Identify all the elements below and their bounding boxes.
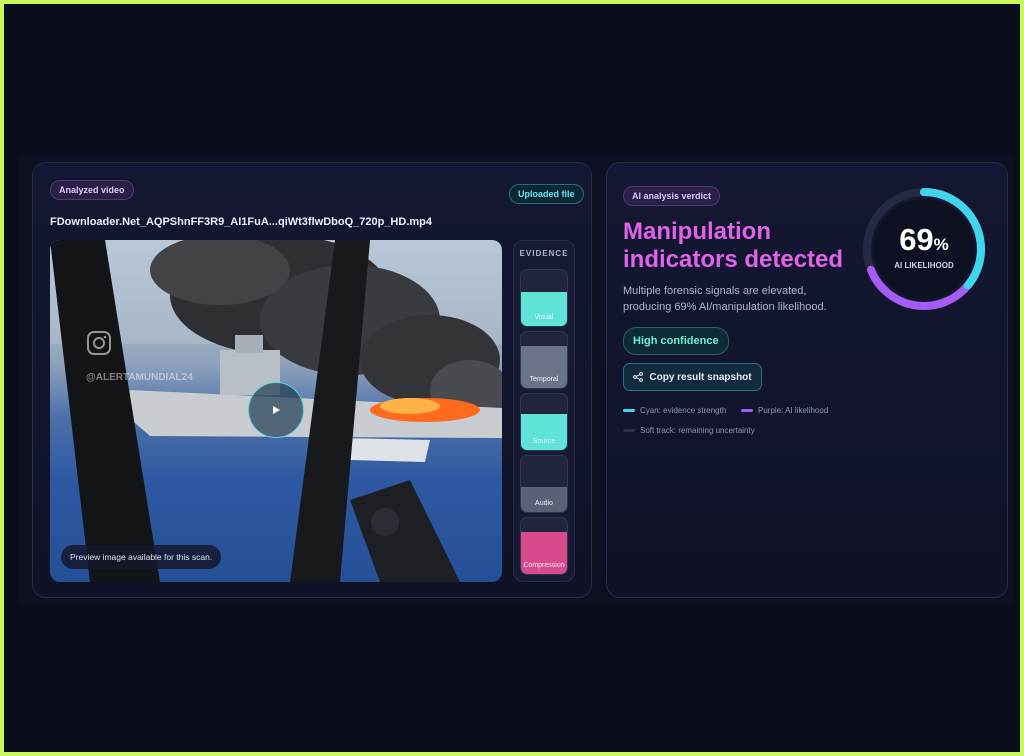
legend-purple: Purple: AI likelihood <box>741 406 828 415</box>
preview-caption: Preview image available for this scan. <box>61 545 222 569</box>
copy-snapshot-label: Copy result snapshot <box>649 371 752 383</box>
legend-soft: Soft track: remaining uncertainty <box>623 426 755 435</box>
evidence-item-audio[interactable]: Audio <box>520 455 568 513</box>
soft-swatch <box>623 429 635 432</box>
play-button[interactable] <box>248 382 304 438</box>
evidence-item-visual[interactable]: Visual <box>520 269 568 327</box>
verdict-title: Manipulation indicators detected <box>623 218 844 273</box>
uploaded-file-badge: Uploaded file <box>509 184 584 204</box>
evidence-item-source[interactable]: Source <box>520 393 568 451</box>
confidence-badge: High confidence <box>623 327 729 355</box>
evidence-panel: EVIDENCE Visual Temporal Source Audio Co… <box>513 240 575 582</box>
gauge-value: 69% <box>859 222 989 258</box>
evidence-label: Temporal <box>529 376 559 383</box>
evidence-label: Compression <box>523 562 565 569</box>
legend-cyan: Cyan: evidence strength <box>623 406 726 415</box>
gauge-label: AI LIKELIHOOD <box>894 261 954 270</box>
evidence-label: Visual <box>534 314 554 321</box>
video-filename: FDownloader.Net_AQPShnFF3R9_AI1FuA...qiW… <box>50 216 432 228</box>
evidence-item-compression[interactable]: Compression <box>520 517 568 575</box>
legend-cyan-label: Cyan: evidence strength <box>640 406 727 415</box>
verdict-description: Multiple forensic signals are elevated, … <box>623 285 827 313</box>
verdict-badge: AI analysis verdict <box>623 186 721 206</box>
evidence-item-temporal[interactable]: Temporal <box>520 331 568 389</box>
watermark-text: @ALERTAMUNDIAL24 <box>86 372 193 383</box>
play-icon <box>273 406 280 414</box>
legend-purple-label: Purple: AI likelihood <box>758 406 829 415</box>
evidence-title: EVIDENCE <box>519 249 569 258</box>
likelihood-gauge: 69% AI LIKELIHOOD <box>859 184 989 314</box>
cyan-swatch <box>623 409 635 412</box>
evidence-label: Source <box>532 438 556 445</box>
legend-soft-label: Soft track: remaining uncertainty <box>640 426 755 435</box>
copy-snapshot-button[interactable]: Copy result snapshot <box>623 363 762 391</box>
gauge-number: 69 <box>899 222 934 257</box>
share-icon <box>633 372 644 382</box>
analyzed-video-badge: Analyzed video <box>50 180 134 200</box>
purple-swatch <box>741 409 753 412</box>
evidence-label: Audio <box>535 500 553 507</box>
gauge-unit: % <box>933 235 949 254</box>
